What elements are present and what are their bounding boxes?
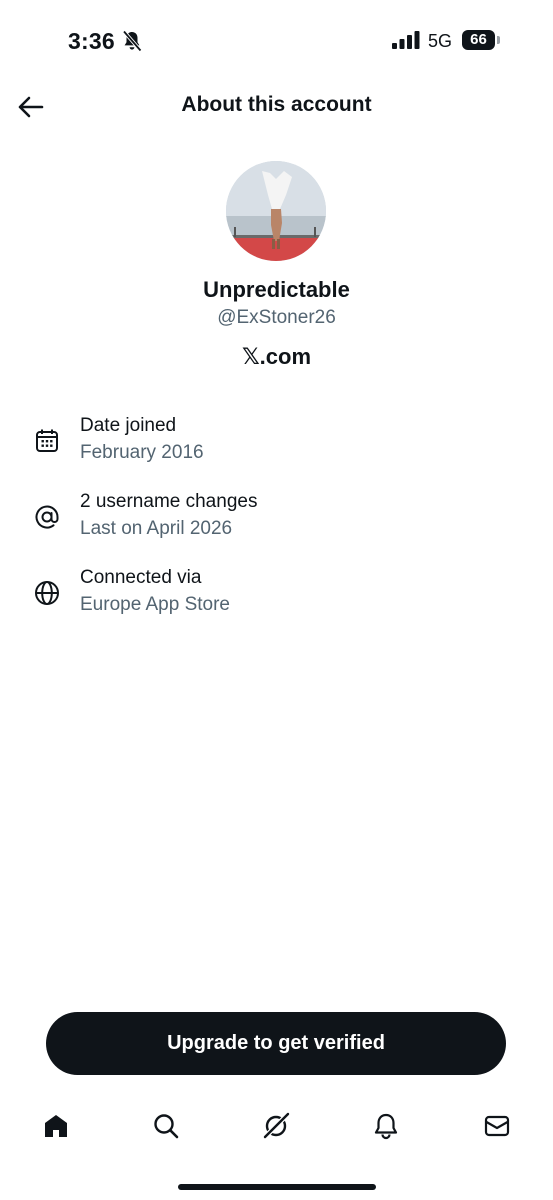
search-icon: [154, 1114, 179, 1139]
info-title: 2 username changes: [80, 491, 258, 512]
site-label: 𝕏.com: [241, 344, 312, 369]
status-bar: 3:36 5G 66: [0, 0, 553, 80]
tab-search[interactable]: [150, 1110, 182, 1142]
avatar[interactable]: [226, 161, 326, 261]
display-name: Unpredictable: [203, 277, 350, 302]
info-row-username-changes: 2 username changes Last on April 2026: [0, 491, 553, 551]
header: About this account: [0, 80, 553, 134]
at-sign-icon: [35, 505, 59, 529]
home-icon: [45, 1115, 67, 1137]
home-indicator[interactable]: [178, 1184, 376, 1190]
network-type: 5G: [428, 31, 453, 51]
bell-off-icon: [122, 30, 142, 52]
avatar-image: [226, 161, 326, 261]
info-row-connected-via: Connected via Europe App Store: [0, 567, 553, 627]
battery-indicator: 66: [462, 30, 502, 50]
info-title: Date joined: [80, 415, 177, 436]
notifications-icon: [374, 1113, 398, 1140]
info-subtitle: Europe App Store: [80, 594, 230, 615]
tab-home[interactable]: [40, 1110, 72, 1142]
username-handle: @ExStoner26: [217, 307, 336, 328]
page-title: About this account: [181, 93, 372, 116]
info-row-date-joined: Date joined February 2016: [0, 415, 553, 475]
battery-level: 66: [462, 30, 495, 50]
info-subtitle: February 2016: [80, 442, 204, 463]
upgrade-verified-button[interactable]: Upgrade to get verified: [46, 1012, 506, 1075]
grok-icon: [263, 1112, 290, 1139]
info-title: Connected via: [80, 567, 202, 588]
bottom-tab-bar: [0, 1100, 553, 1155]
tab-grok[interactable]: [260, 1110, 292, 1142]
battery-tip: [497, 36, 500, 44]
calendar-icon: [36, 429, 58, 452]
info-subtitle: Last on April 2026: [80, 518, 233, 539]
tab-messages[interactable]: [481, 1110, 513, 1142]
cellular-signal-icon: [392, 31, 420, 49]
tab-notifications[interactable]: [370, 1110, 402, 1142]
messages-icon: [484, 1115, 510, 1137]
status-time: 3:36: [68, 28, 115, 54]
globe-icon: [35, 581, 59, 605]
